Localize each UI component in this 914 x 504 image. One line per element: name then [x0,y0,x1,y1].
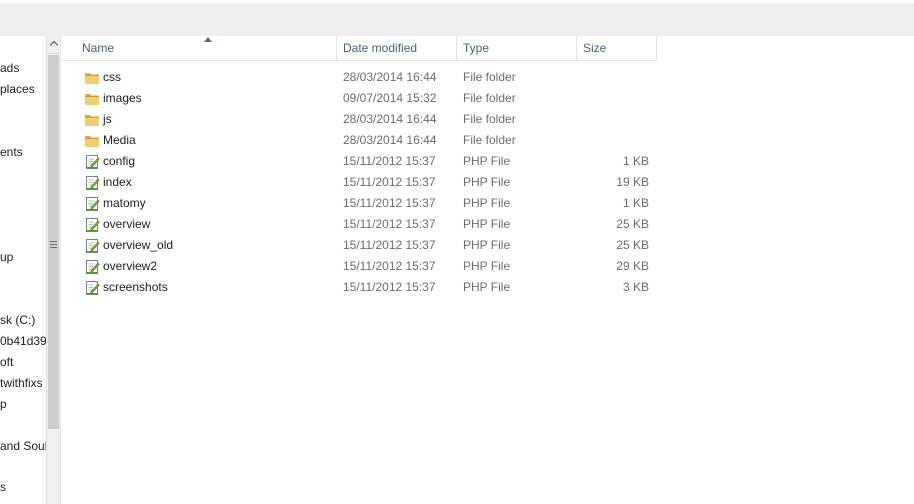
file-name: css [103,70,121,84]
toolbar-edge [0,0,914,3]
file-type: PHP File [463,238,511,252]
folder-icon [85,94,99,105]
folder-icon [85,115,99,126]
file-date-modified: 15/11/2012 15:37 [343,175,436,189]
nav-item-folder[interactable]: twithfixs [0,376,43,390]
file-row[interactable]: js 28/03/2014 16:44 File folder [76,109,657,130]
file-row[interactable]: Media 28/03/2014 16:44 File folder [76,130,657,151]
file-date-modified: 15/11/2012 15:37 [343,217,436,231]
file-type: PHP File [463,175,511,189]
nav-item-drive[interactable]: 0b41d390 [0,334,46,348]
grip-icon [50,241,57,248]
file-date-modified: 28/03/2014 16:44 [343,133,437,147]
php-file-icon [86,155,100,169]
file-type: File folder [463,70,516,84]
php-file-icon [86,176,100,190]
file-type: File folder [463,91,516,105]
file-name: index [103,175,132,189]
file-name: overview_old [103,238,174,252]
file-date-modified: 15/11/2012 15:37 [343,196,436,210]
nav-scrollbar[interactable] [46,36,61,504]
file-type: PHP File [463,196,511,210]
php-file-icon [86,260,100,274]
file-date-modified: 15/11/2012 15:37 [343,280,436,294]
file-type: File folder [463,112,516,126]
php-file-icon [86,197,100,211]
file-date-modified: 15/11/2012 15:37 [343,238,436,252]
file-name: config [103,154,136,168]
file-row[interactable]: overview 15/11/2012 15:37 PHP File 25 KB [76,214,657,235]
file-size: 1 KB [622,154,649,168]
file-date-modified: 09/07/2014 15:32 [343,91,437,105]
column-header-date-modified[interactable]: Date modified [337,36,457,60]
nav-item-downloads[interactable]: ads [0,61,19,75]
file-name: overview [103,217,151,231]
nav-item-s[interactable]: s [0,480,6,494]
nav-item-microsoft[interactable]: oft [0,355,13,369]
column-header-size[interactable]: Size [577,36,657,60]
file-row[interactable]: matomy 15/11/2012 15:37 PHP File 1 KB [76,193,657,214]
file-type: PHP File [463,259,511,273]
folder-icon [85,136,99,147]
file-date-modified: 28/03/2014 16:44 [343,70,437,84]
file-name: overview2 [103,259,158,273]
file-type: File folder [463,133,516,147]
file-type: PHP File [463,154,511,168]
file-name: images [103,91,142,105]
file-size: 29 KB [616,259,649,273]
file-row[interactable]: screenshots 15/11/2012 15:37 PHP File 3 KB [76,277,657,298]
nav-item-local-disk[interactable]: sk (C:) [0,313,35,327]
file-date-modified: 15/11/2012 15:37 [343,154,436,168]
file-row[interactable]: config 15/11/2012 15:37 PHP File 1 KB [76,151,657,172]
nav-item-p[interactable]: p [0,397,7,411]
folder-icon [85,73,99,84]
toolbar-area [0,0,914,36]
scroll-thumb[interactable] [48,55,59,429]
nav-item-and-soul[interactable]: and Soul [0,439,46,453]
file-size: 25 KB [616,238,649,252]
php-file-icon [86,218,100,232]
column-header-type[interactable]: Type [457,36,577,60]
file-type: PHP File [463,217,511,231]
file-type: PHP File [463,280,511,294]
file-size: 3 KB [622,280,649,294]
file-size: 25 KB [616,217,649,231]
file-size: 19 KB [616,175,649,189]
file-name: matomy [103,196,146,210]
file-name: Media [103,133,136,147]
file-name: js [103,112,112,126]
file-date-modified: 28/03/2014 16:44 [343,112,437,126]
column-header-name[interactable]: Name [76,36,337,60]
nav-item-documents[interactable]: ents [0,145,23,159]
file-row[interactable]: images 09/07/2014 15:32 File folder [76,88,657,109]
file-name: screenshots [103,280,168,294]
column-header-row: Name Date modified Type Size [62,36,657,61]
nav-item-homegroup[interactable]: up [0,250,13,264]
navigation-pane: ads places ents up sk (C:) 0b41d390 oft … [0,36,46,504]
scroll-up-button[interactable] [47,36,60,54]
php-file-icon [86,281,100,295]
file-row[interactable]: overview2 15/11/2012 15:37 PHP File 29 KB [76,256,657,277]
file-size: 1 KB [622,196,649,210]
file-list: Name Date modified Type Size css 28/03/20… [62,36,914,504]
php-file-icon [86,239,100,253]
file-date-modified: 15/11/2012 15:37 [343,259,436,273]
nav-item-recent-places[interactable]: places [0,82,35,96]
file-row[interactable]: css 28/03/2014 16:44 File folder [76,67,657,88]
file-row[interactable]: index 15/11/2012 15:37 PHP File 19 KB [76,172,657,193]
chevron-up-icon [50,41,58,46]
file-row[interactable]: overview_old 15/11/2012 15:37 PHP File 25 K… [76,235,657,256]
